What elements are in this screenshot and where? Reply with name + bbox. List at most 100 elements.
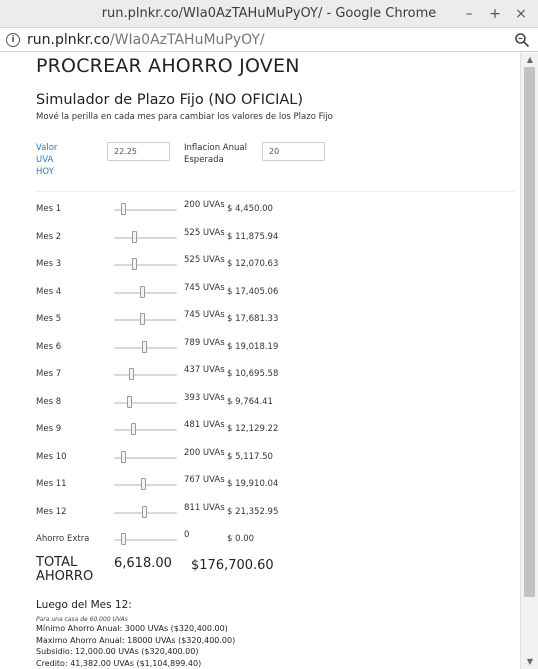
month-row: Mes 12 811 UVAs $ 21,352.95 <box>36 503 516 523</box>
month-label: Mes 4 <box>36 286 62 297</box>
peso-amount: $ 9,764.41 <box>227 396 273 407</box>
slider-thumb[interactable] <box>121 203 126 215</box>
month-label: Mes 8 <box>36 396 62 407</box>
slider-thumb[interactable] <box>127 395 132 408</box>
month-label: Mes 1 <box>36 204 62 214</box>
slider-track[interactable] <box>114 319 177 321</box>
month-label: Mes 9 <box>36 424 62 434</box>
valor-label-line: UVA <box>36 155 54 165</box>
slider-thumb[interactable] <box>142 505 147 518</box>
uva-slider[interactable] <box>114 450 177 465</box>
month-row: Mes 11 767 UVAs $ 19,910.04 <box>36 475 516 495</box>
uva-amount: 200 UVAs <box>184 447 225 458</box>
month-row: Mes 7 437 UVAs $ 10,695.58 <box>36 365 516 385</box>
month-label: Mes 2 <box>36 231 62 242</box>
close-icon[interactable]: × <box>510 4 532 24</box>
uva-slider[interactable] <box>114 285 177 300</box>
slider-thumb[interactable] <box>121 450 126 463</box>
uva-slider[interactable] <box>114 478 177 492</box>
total-uvas: 6,618.00 <box>114 556 172 571</box>
slider-thumb[interactable] <box>132 230 137 243</box>
peso-amount: $ 11,875.94 <box>227 231 279 242</box>
slider-thumb[interactable] <box>129 368 134 380</box>
peso-amount: $ 19,910.04 <box>227 479 279 489</box>
uva-amount: 745 UVAs <box>184 282 225 293</box>
month-row: Mes 6 789 UVAs $ 19,018.19 <box>36 338 516 358</box>
total-row: TOTAL AHORRO 6,618.00 $176,700.60 <box>36 556 516 596</box>
inflacion-input[interactable] <box>262 142 325 161</box>
uva-slider[interactable] <box>114 505 177 520</box>
vertical-scrollbar[interactable]: ▲ ▼ <box>520 53 538 669</box>
peso-amount: $ 10,695.58 <box>227 369 279 379</box>
inflacion-label-line: Esperada <box>184 155 224 165</box>
month-row: Ahorro Extra 0 $ 0.00 <box>36 530 516 550</box>
uva-slider[interactable] <box>114 533 177 547</box>
month-label: Mes 7 <box>36 369 62 379</box>
info-icon[interactable]: i <box>6 32 20 47</box>
instructions-text: Mové la perilla en cada mes para cambiar… <box>36 112 333 122</box>
inflacion-label: Inflacion Anual Esperada <box>184 142 254 166</box>
total-label: TOTAL AHORRO <box>36 556 93 584</box>
window-titlebar: run.plnkr.co/WIa0AzTAHuMuPyOY/ - Google … <box>0 0 538 28</box>
slider-track[interactable] <box>114 429 177 431</box>
uva-amount: 525 UVAs <box>184 227 225 238</box>
parameters-row: Valor UVA HOY Inflacion Anual Esperada <box>36 142 516 192</box>
slider-thumb[interactable] <box>141 478 146 490</box>
uva-slider[interactable] <box>114 340 177 355</box>
slider-track[interactable] <box>114 264 177 266</box>
uva-slider[interactable] <box>114 368 177 382</box>
peso-amount: $ 5,117.50 <box>227 451 273 462</box>
uva-slider[interactable] <box>114 423 177 437</box>
peso-amount: $ 19,018.19 <box>227 341 279 352</box>
month-row: Mes 2 525 UVAs $ 11,875.94 <box>36 228 516 248</box>
maximize-icon[interactable]: + <box>484 4 506 24</box>
url-text[interactable]: run.plnkr.co/WIa0AzTAHuMuPyOY/ <box>27 32 265 48</box>
minimize-icon[interactable]: – <box>458 4 480 24</box>
zoom-icon[interactable] <box>514 32 530 48</box>
peso-amount: $ 17,681.33 <box>227 314 279 324</box>
uva-amount: 811 UVAs <box>184 502 225 513</box>
month-label: Mes 5 <box>36 314 62 324</box>
uva-slider[interactable] <box>114 395 177 410</box>
slider-thumb[interactable] <box>131 423 136 435</box>
summary-line: Subsidio: 12,000.00 UVAs ($320,400.00) <box>36 647 199 656</box>
slider-thumb[interactable] <box>142 340 147 353</box>
slider-track[interactable] <box>114 291 177 294</box>
peso-amount: $ 12,129.22 <box>227 424 279 434</box>
summary-line: Credito: 41,382.00 UVAs ($1,104,899.40) <box>36 658 202 668</box>
slider-track[interactable] <box>114 236 177 239</box>
scroll-up-icon[interactable]: ▲ <box>525 55 535 65</box>
summary-line: Mínimo Ahorro Anual: 3000 UVAs ($320,400… <box>36 624 228 633</box>
total-label-line: AHORRO <box>36 569 94 584</box>
after-month-12-section: Luego del Mes 12: Para una casa de 60.00… <box>36 599 516 669</box>
month-label: Mes 3 <box>36 259 62 269</box>
peso-amount: $ 0.00 <box>227 534 255 544</box>
uva-slider[interactable] <box>114 258 177 272</box>
month-row: Mes 10 200 UVAs $ 5,117.50 <box>36 448 516 468</box>
slider-thumb[interactable] <box>121 533 126 545</box>
uva-slider[interactable] <box>114 203 177 217</box>
uva-slider[interactable] <box>114 230 177 245</box>
month-label: Mes 6 <box>36 341 62 352</box>
uva-amount: 767 UVAs <box>184 475 225 485</box>
slider-thumb[interactable] <box>140 313 145 325</box>
slider-thumb[interactable] <box>132 258 137 270</box>
inflacion-label-line: Inflacion Anual <box>184 143 247 153</box>
peso-amount: $ 4,450.00 <box>227 204 273 214</box>
window-controls: – + × <box>458 4 532 24</box>
month-row: Mes 1 200 UVAs $ 4,450.00 <box>36 200 516 220</box>
address-bar[interactable]: i run.plnkr.co/WIa0AzTAHuMuPyOY/ <box>0 28 538 52</box>
month-row: Mes 5 745 UVAs $ 17,681.33 <box>36 310 516 330</box>
house-note: Para una casa de 60.000 UVAs <box>36 616 128 623</box>
slider-thumb[interactable] <box>140 285 145 298</box>
slider-track[interactable] <box>114 374 177 376</box>
valor-uva-label[interactable]: Valor UVA HOY <box>36 142 76 178</box>
slider-track[interactable] <box>114 401 177 404</box>
scroll-thumb[interactable] <box>524 67 535 597</box>
scroll-down-icon[interactable]: ▼ <box>525 657 535 667</box>
valor-label-line: HOY <box>36 167 54 177</box>
url-host: run.plnkr.co <box>27 31 110 48</box>
uva-amount: 525 UVAs <box>184 255 225 265</box>
valor-uva-input[interactable] <box>107 142 170 161</box>
uva-slider[interactable] <box>114 313 177 327</box>
